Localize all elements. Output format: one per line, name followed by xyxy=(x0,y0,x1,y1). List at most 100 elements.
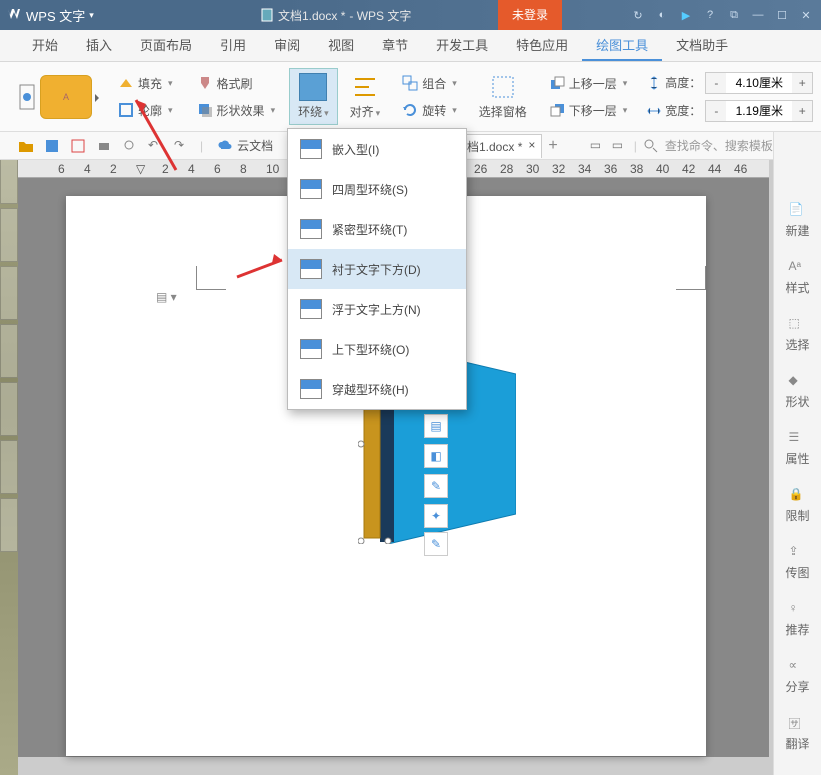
side-推荐[interactable]: ♀推荐 xyxy=(785,601,809,638)
close-tab-icon[interactable]: × xyxy=(528,138,535,155)
width-input[interactable] xyxy=(726,101,792,121)
menu-doc-assist[interactable]: 文档助手 xyxy=(662,30,742,61)
height-inc[interactable]: + xyxy=(792,73,812,93)
doc-title: 文档1.docx * - WPS 文字 xyxy=(260,7,411,24)
search-input[interactable]: 查找命令、搜索模板 xyxy=(665,137,773,154)
ruler-tick: 38 xyxy=(630,162,643,176)
ruler-tick: 34 xyxy=(578,162,591,176)
shape-effects-button[interactable]: 形状效果 xyxy=(193,100,280,121)
undo-icon[interactable]: ↶ xyxy=(148,138,164,154)
menu-drawtools[interactable]: 绘图工具 xyxy=(582,30,662,61)
ruler-tick: 8 xyxy=(240,162,247,176)
height-dec[interactable]: - xyxy=(706,73,726,93)
ruler-tick: 28 xyxy=(500,162,513,176)
menu-view[interactable]: 视图 xyxy=(314,30,368,61)
wrap-option-tight[interactable]: 紧密型环绕(T) xyxy=(288,209,466,249)
restore-icon[interactable]: ⧉ xyxy=(723,4,745,26)
sync-icon[interactable]: ↻ xyxy=(627,4,649,26)
menu-dev[interactable]: 开发工具 xyxy=(422,30,502,61)
align-button[interactable]: 对齐 xyxy=(342,69,389,124)
titlebar: WPS 文字 ▾ 文档1.docx * - WPS 文字 未登录 ↻ ◐ ▶ ?… xyxy=(0,0,821,30)
ruler-tick: 46 xyxy=(734,162,747,176)
close-icon[interactable]: ✕ xyxy=(795,4,817,26)
more-opt-icon[interactable]: ✦ xyxy=(424,504,448,528)
app-logo[interactable]: WPS 文字 ▾ xyxy=(0,6,100,25)
height-input[interactable] xyxy=(726,73,792,93)
wrap-option-inline[interactable]: 嵌入型(I) xyxy=(288,129,466,169)
wrap-option-front[interactable]: 浮于文字上方(N) xyxy=(288,289,466,329)
anchor-icon[interactable]: ✎ xyxy=(424,532,448,556)
side-分享[interactable]: ∝分享 xyxy=(785,658,809,695)
wrap-option-topbottom[interactable]: 上下型环绕(O) xyxy=(288,329,466,369)
wrap-icon xyxy=(300,179,322,199)
side-传图[interactable]: ⇪传图 xyxy=(785,544,809,581)
menu-chapter[interactable]: 章节 xyxy=(368,30,422,61)
side-icon: ∝ xyxy=(788,658,806,676)
wrap-option-behind[interactable]: 衬于文字下方(D) xyxy=(288,249,466,289)
preview-icon[interactable] xyxy=(122,138,138,154)
side-icon: ☰ xyxy=(788,430,806,448)
menu-feature[interactable]: 特色应用 xyxy=(502,30,582,61)
fill-button[interactable]: 填充 xyxy=(114,73,177,94)
fill-opt-icon[interactable]: ◧ xyxy=(424,444,448,468)
ruler-tick: 6 xyxy=(214,162,221,176)
login-status[interactable]: 未登录 xyxy=(498,0,562,30)
shape-preview[interactable]: A xyxy=(40,75,92,119)
print-icon[interactable] xyxy=(96,138,112,154)
cloud-doc-button[interactable]: 云文档 xyxy=(213,135,277,156)
ruler-tick: 32 xyxy=(552,162,565,176)
side-形状[interactable]: ◆形状 xyxy=(785,373,809,410)
chevron-down-icon[interactable]: ▾ xyxy=(89,10,94,21)
group-button[interactable]: 组合 xyxy=(398,73,461,94)
view2-icon[interactable]: ▭ xyxy=(612,138,628,154)
maximize-icon[interactable]: ☐ xyxy=(771,4,793,26)
minimize-icon[interactable]: — xyxy=(747,4,769,26)
send-backward-button[interactable]: 下移一层 xyxy=(545,100,632,121)
format-painter-button[interactable]: 格式刷 xyxy=(193,73,280,94)
side-样式[interactable]: Aᵃ样式 xyxy=(785,259,809,296)
open-icon[interactable] xyxy=(18,138,34,154)
side-限制[interactable]: 🔒限制 xyxy=(785,487,809,524)
outline-button[interactable]: 轮廓 xyxy=(114,100,177,121)
menu-review[interactable]: 审阅 xyxy=(260,30,314,61)
ruler-tick: 42 xyxy=(682,162,695,176)
view1-icon[interactable]: ▭ xyxy=(590,138,606,154)
skin-icon[interactable]: ◐ xyxy=(651,4,673,26)
menu-ref[interactable]: 引用 xyxy=(206,30,260,61)
layout-opt-icon[interactable]: ▤ xyxy=(424,414,448,438)
select-pane-button[interactable]: 选择窗格 xyxy=(471,69,535,124)
para-icon[interactable]: ▤ ▾ xyxy=(156,290,177,304)
export-icon[interactable] xyxy=(70,138,86,154)
side-panel: 📄新建 Aᵃ样式 ⬚选择 ◆形状 ☰属性 🔒限制 ⇪传图 ♀推荐 ∝分享 🈂翻译 xyxy=(773,62,821,775)
edit-shape-icon[interactable]: ✎ xyxy=(424,474,448,498)
file-tab[interactable]: 档1.docx *× xyxy=(460,134,542,158)
menu-start[interactable]: 开始 xyxy=(18,30,72,61)
height-field: 高度： -+ xyxy=(647,72,813,94)
menu-insert[interactable]: 插入 xyxy=(72,30,126,61)
side-选择[interactable]: ⬚选择 xyxy=(785,316,809,353)
insert-shape-icon[interactable] xyxy=(18,75,36,119)
ribbon: A 填充 轮廓 格式刷 形状效果 环绕 对齐 组合 旋转 选择窗格 上移一层 下… xyxy=(0,62,821,132)
width-icon xyxy=(647,104,661,118)
play-icon[interactable]: ▶ xyxy=(675,4,697,26)
side-icon: 🈂 xyxy=(788,715,806,733)
wrap-option-through[interactable]: 穿越型环绕(H) xyxy=(288,369,466,409)
wrap-button[interactable]: 环绕 xyxy=(289,68,338,125)
rotate-button[interactable]: 旋转 xyxy=(398,100,461,121)
wrap-option-square[interactable]: 四周型环绕(S) xyxy=(288,169,466,209)
side-翻译[interactable]: 🈂翻译 xyxy=(785,715,809,752)
side-新建[interactable]: 📄新建 xyxy=(785,202,809,239)
side-属性[interactable]: ☰属性 xyxy=(785,430,809,467)
margin-mark-tl xyxy=(196,266,226,290)
bring-forward-button[interactable]: 上移一层 xyxy=(545,73,632,94)
window-controls: ↻ ◐ ▶ ? ⧉ — ☐ ✕ xyxy=(627,4,817,26)
menu-layout[interactable]: 页面布局 xyxy=(126,30,206,61)
width-inc[interactable]: + xyxy=(792,101,812,121)
redo-icon[interactable]: ↷ xyxy=(174,138,190,154)
help-icon[interactable]: ? xyxy=(699,4,721,26)
save-icon[interactable] xyxy=(44,138,60,154)
new-tab-button[interactable]: + xyxy=(548,137,557,155)
wrap-icon xyxy=(300,259,322,279)
width-dec[interactable]: - xyxy=(706,101,726,121)
wrap-icon xyxy=(300,379,322,399)
